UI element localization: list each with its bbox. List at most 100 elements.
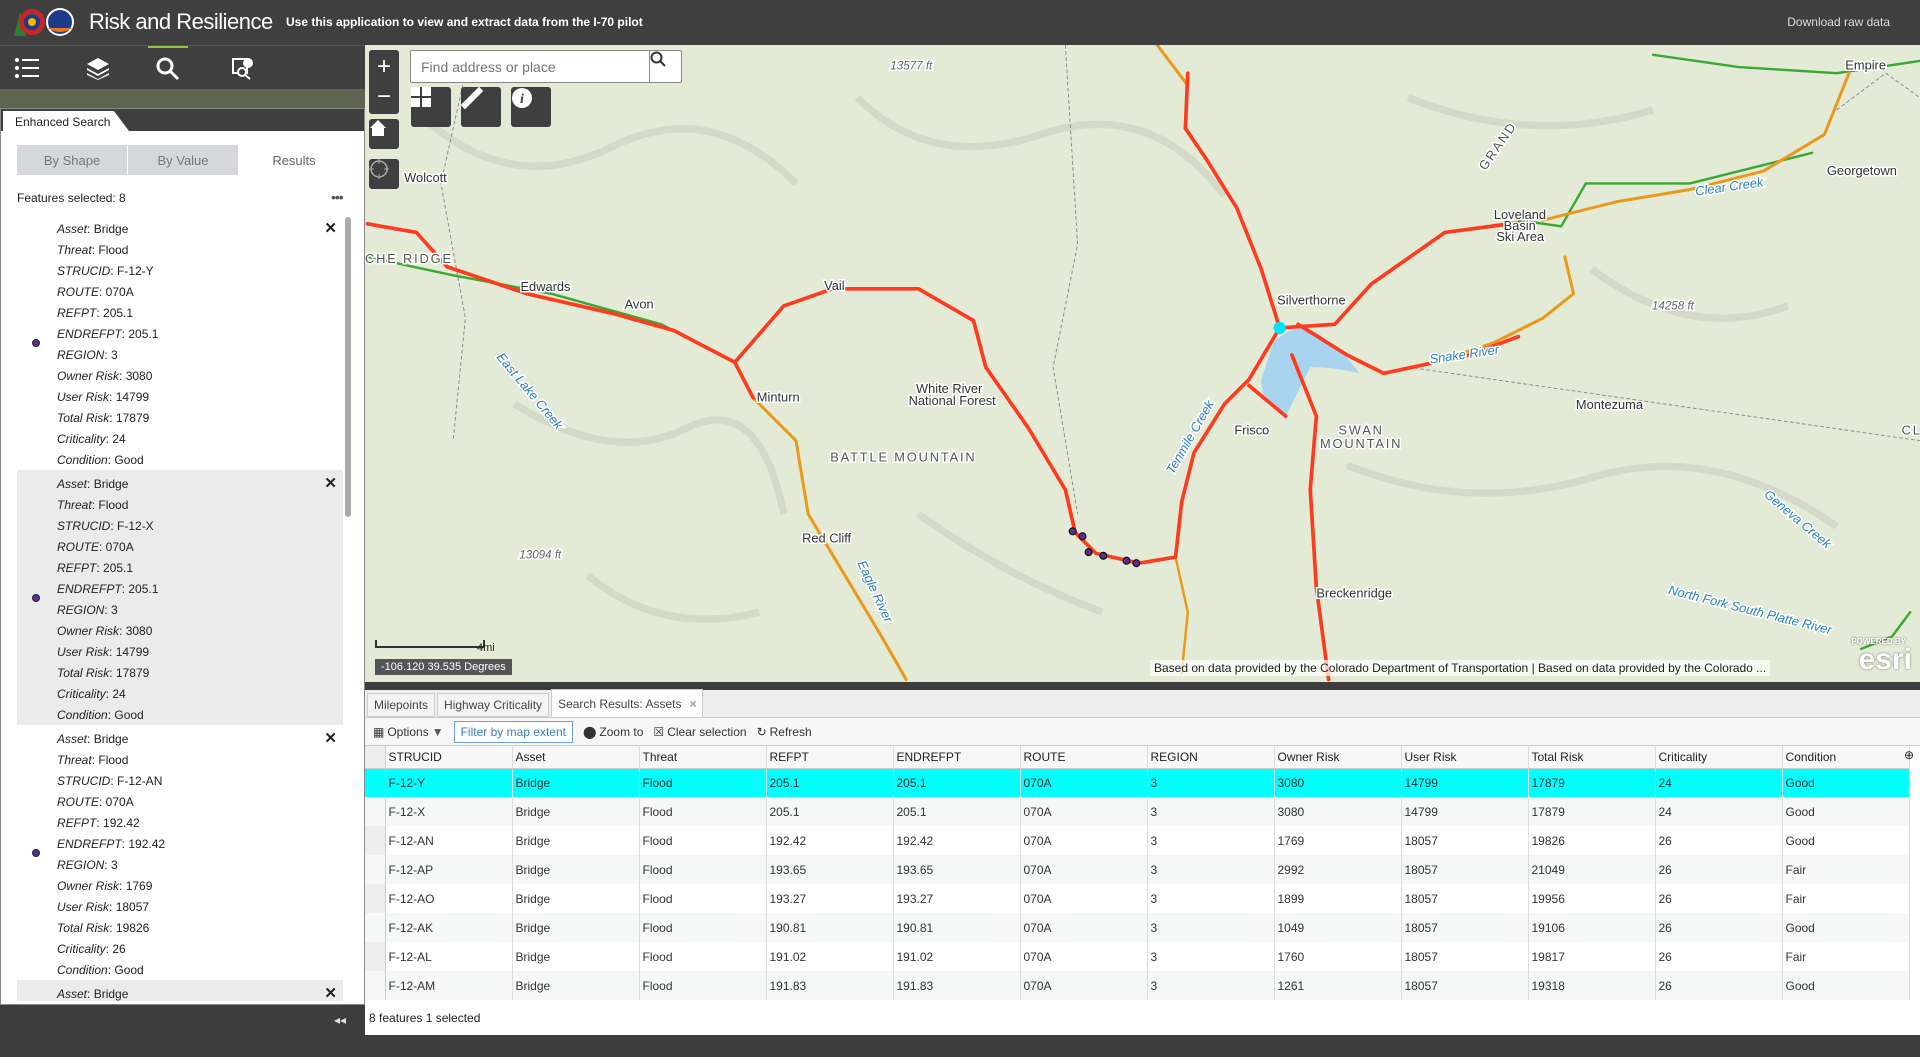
column-header[interactable]: Threat <box>639 746 767 769</box>
options-button[interactable]: ▦ Options ▼ <box>373 725 444 739</box>
table-cell: 205.1 <box>766 797 894 826</box>
add-column-icon[interactable]: ⊕ <box>1904 748 1914 762</box>
column-header[interactable]: Criticality <box>1655 746 1783 769</box>
map-view[interactable]: Wolcott Edwards Avon Vail Minturn White … <box>365 45 1920 682</box>
table-cell: Bridge <box>512 855 640 884</box>
layers-icon[interactable] <box>78 52 118 84</box>
bridge-symbol-icon <box>32 849 40 857</box>
table-row[interactable]: F-12-AP Bridge Flood 193.65 193.65 070A 3 2992 1… <box>365 855 1910 884</box>
clear-box-icon: ☒ <box>653 724 665 739</box>
table-cell: 070A <box>1020 768 1148 797</box>
locate-button[interactable] <box>369 159 399 189</box>
column-header[interactable]: User Risk <box>1401 746 1529 769</box>
remove-result-icon[interactable]: ✕ <box>324 984 337 1001</box>
list-icon[interactable] <box>7 52 47 84</box>
column-header[interactable]: Total Risk <box>1528 746 1656 769</box>
remove-result-icon[interactable]: ✕ <box>324 219 337 237</box>
remove-result-icon[interactable]: ✕ <box>324 729 337 747</box>
table-row[interactable]: F-12-AL Bridge Flood 191.02 191.02 070A 3 1760 1… <box>365 942 1910 971</box>
zoom-out-button[interactable]: − <box>377 82 391 112</box>
row-selector[interactable] <box>365 942 386 971</box>
row-selector[interactable] <box>365 826 386 855</box>
zoom-in-button[interactable]: + <box>377 52 391 82</box>
svg-text:Edwards: Edwards <box>521 279 571 294</box>
subtab-by-shape[interactable]: By Shape <box>17 145 127 175</box>
column-header[interactable]: REFPT <box>766 746 894 769</box>
app-subtitle: Use this application to view and extract… <box>286 15 643 29</box>
result-field: Condition: Good <box>57 963 144 977</box>
row-selector[interactable] <box>365 884 386 913</box>
result-item[interactable]: Asset: Bridge ✕ <box>17 980 343 1001</box>
measure-button[interactable] <box>461 87 501 127</box>
svg-text:Frisco: Frisco <box>1234 423 1269 438</box>
result-field: Condition: Good <box>57 453 144 467</box>
remove-result-icon[interactable]: ✕ <box>324 474 337 492</box>
more-options-icon[interactable]: ••• <box>331 189 344 205</box>
tab-highway-criticality[interactable]: Highway Criticality <box>437 693 550 717</box>
table-cell: Good <box>1782 797 1910 826</box>
column-header[interactable]: ENDREFPT <box>893 746 1021 769</box>
column-header[interactable]: REGION <box>1147 746 1275 769</box>
result-item[interactable]: Asset: Bridge Threat: Flood STRUCID: F-12-… <box>17 725 343 980</box>
column-header[interactable]: STRUCID <box>385 746 513 769</box>
row-selector[interactable] <box>365 797 386 826</box>
results-scrollbar[interactable] <box>345 217 351 517</box>
bridge-point <box>1068 527 1077 536</box>
result-item[interactable]: Asset: Bridge Threat: Flood STRUCID: F-12-… <box>17 470 343 725</box>
table-cell: 14799 <box>1401 797 1529 826</box>
svg-text:Minturn: Minturn <box>757 389 800 404</box>
table-cell: 190.81 <box>766 913 894 942</box>
table-row[interactable]: F-12-X Bridge Flood 205.1 205.1 070A 3 3080 1479… <box>365 797 1910 826</box>
refresh-button[interactable]: ↻ Refresh <box>757 725 812 739</box>
report-icon[interactable] <box>223 52 263 84</box>
table-cell: 3 <box>1147 942 1275 971</box>
tab-milepoints[interactable]: Milepoints <box>367 693 436 717</box>
subtab-by-value[interactable]: By Value <box>128 145 238 175</box>
collapse-panel-icon[interactable]: ◂◂ <box>334 1013 346 1027</box>
table-row[interactable]: F-12-AK Bridge Flood 190.81 190.81 070A 3 1049 1… <box>365 913 1910 942</box>
table-cell: F-12-AK <box>385 913 513 942</box>
svg-text:i: i <box>520 92 524 107</box>
table-row[interactable]: F-12-AO Bridge Flood 193.27 193.27 070A 3 1899 1… <box>365 884 1910 913</box>
zoom-to-button[interactable]: ⬤ Zoom to <box>583 725 643 739</box>
close-tab-icon[interactable]: × <box>689 697 696 711</box>
identify-button[interactable]: i <box>511 87 551 127</box>
home-button[interactable] <box>369 119 399 149</box>
table-cell: 1899 <box>1274 884 1402 913</box>
search-icon[interactable] <box>148 46 188 90</box>
tab-search-results-assets[interactable]: Search Results: Assets × <box>551 689 704 717</box>
basemap-gallery-button[interactable] <box>411 87 451 127</box>
svg-text:Montezuma: Montezuma <box>1576 397 1644 412</box>
column-header[interactable]: Asset <box>512 746 640 769</box>
svg-text:CL: CL <box>1902 423 1920 438</box>
table-cell: 19826 <box>1528 826 1656 855</box>
clear-selection-button[interactable]: ☒ Clear selection <box>653 725 746 739</box>
table-cell: 2992 <box>1274 855 1402 884</box>
map-attribution: Based on data provided by the Colorado D… <box>1150 660 1771 676</box>
column-header[interactable]: Condition <box>1782 746 1910 769</box>
row-selector[interactable] <box>365 855 386 884</box>
table-cell: Good <box>1782 913 1910 942</box>
table-row[interactable]: F-12-AN Bridge Flood 192.42 192.42 070A 3 1769 1… <box>365 826 1910 855</box>
row-selector[interactable] <box>365 913 386 942</box>
table-cell: Flood <box>639 797 767 826</box>
table-row[interactable]: F-12-Y Bridge Flood 205.1 205.1 070A 3 3080 1479… <box>365 768 1910 797</box>
row-selector[interactable] <box>365 971 386 1000</box>
search-button[interactable] <box>649 51 681 82</box>
enhanced-search-panel: Enhanced Search By Shape By Value Result… <box>0 108 365 1005</box>
result-item[interactable]: Asset: Bridge Threat: Flood STRUCID: F-12-… <box>17 215 343 470</box>
table-cell: Flood <box>639 826 767 855</box>
table-row[interactable]: F-12-AM Bridge Flood 191.83 191.83 070A 3 1261 1… <box>365 971 1910 1000</box>
address-search-input[interactable] <box>411 51 647 82</box>
panel-tab-enhanced-search[interactable]: Enhanced Search <box>3 111 129 131</box>
row-selector[interactable] <box>365 768 386 797</box>
table-cell: 1760 <box>1274 942 1402 971</box>
filter-by-map-extent-button[interactable]: Filter by map extent <box>453 720 573 743</box>
column-header[interactable]: ROUTE <box>1020 746 1148 769</box>
download-raw-data-link[interactable]: Download raw data <box>1787 15 1890 29</box>
table-cell: Bridge <box>512 826 640 855</box>
table-cell: 26 <box>1655 942 1783 971</box>
column-header[interactable]: Owner Risk <box>1274 746 1402 769</box>
subtab-results[interactable]: Results <box>239 145 349 175</box>
table-cell: 193.27 <box>893 884 1021 913</box>
